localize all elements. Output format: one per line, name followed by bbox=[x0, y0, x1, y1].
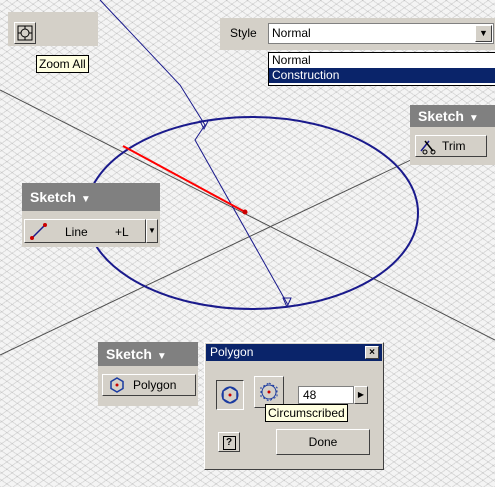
zoom-all-icon bbox=[17, 25, 33, 41]
line-label: Line bbox=[65, 225, 88, 239]
chevron-right-icon: ▶ bbox=[357, 390, 365, 399]
line-icon bbox=[30, 223, 47, 240]
circumscribed-tooltip: Circumscribed bbox=[265, 404, 348, 422]
done-label: Done bbox=[308, 435, 338, 449]
sides-value: 48 bbox=[303, 388, 317, 402]
sketch-toolbar-left-header[interactable]: Sketch ▼ bbox=[22, 183, 160, 211]
sides-input[interactable]: 48 bbox=[298, 386, 354, 404]
circumscribed-icon bbox=[260, 382, 278, 402]
style-options-list: Normal Construction bbox=[268, 52, 495, 86]
style-label: Style bbox=[230, 26, 257, 40]
sketch-toolbar-bottom-title: Sketch bbox=[106, 346, 152, 362]
sides-stepper[interactable]: ▶ bbox=[354, 386, 368, 404]
line-shortcut: +L bbox=[115, 225, 129, 239]
polygon-label: Polygon bbox=[133, 378, 177, 392]
zoom-all-button[interactable] bbox=[14, 22, 36, 44]
trim-icon bbox=[420, 140, 436, 155]
style-option-normal[interactable]: Normal bbox=[269, 53, 495, 68]
polygon-dialog-titlebar[interactable]: Polygon bbox=[206, 344, 382, 361]
help-icon: ? bbox=[222, 436, 236, 450]
center-point bbox=[242, 209, 248, 215]
sketch-toolbar-left-title: Sketch bbox=[30, 189, 76, 205]
chevron-down-icon: ▼ bbox=[148, 226, 156, 235]
chevron-down-icon: ▼ bbox=[479, 28, 488, 38]
style-dropdown-button[interactable]: ▼ bbox=[475, 25, 492, 42]
trim-label: Trim bbox=[442, 139, 466, 153]
inscribed-icon bbox=[221, 386, 239, 404]
chevron-down-icon: ▼ bbox=[468, 113, 479, 124]
style-select[interactable]: Normal ▼ bbox=[268, 23, 494, 44]
line-button[interactable]: Line +L bbox=[24, 219, 146, 243]
line-options-button[interactable]: ▼ bbox=[146, 219, 158, 243]
chevron-down-icon: ▼ bbox=[156, 351, 167, 362]
done-button[interactable]: Done bbox=[276, 429, 370, 455]
help-button[interactable]: ? bbox=[218, 432, 240, 452]
style-option-construction[interactable]: Construction bbox=[269, 68, 495, 83]
inscribed-button[interactable] bbox=[216, 380, 244, 410]
polygon-button[interactable]: Polygon bbox=[102, 374, 196, 396]
chevron-down-icon: ▼ bbox=[80, 194, 91, 205]
close-button[interactable]: × bbox=[365, 346, 379, 359]
polygon-icon bbox=[110, 377, 124, 393]
sketch-toolbar-right-header[interactable]: Sketch ▼ bbox=[410, 105, 495, 127]
style-select-value: Normal bbox=[272, 26, 311, 40]
sketch-toolbar-right-title: Sketch bbox=[418, 108, 464, 124]
close-icon: × bbox=[369, 347, 375, 358]
trim-button[interactable]: Trim bbox=[415, 135, 487, 157]
polygon-dialog-title: Polygon bbox=[210, 345, 254, 359]
sketch-toolbar-bottom-header[interactable]: Sketch ▼ bbox=[98, 342, 198, 366]
zoom-all-tooltip: Zoom All bbox=[36, 55, 89, 73]
